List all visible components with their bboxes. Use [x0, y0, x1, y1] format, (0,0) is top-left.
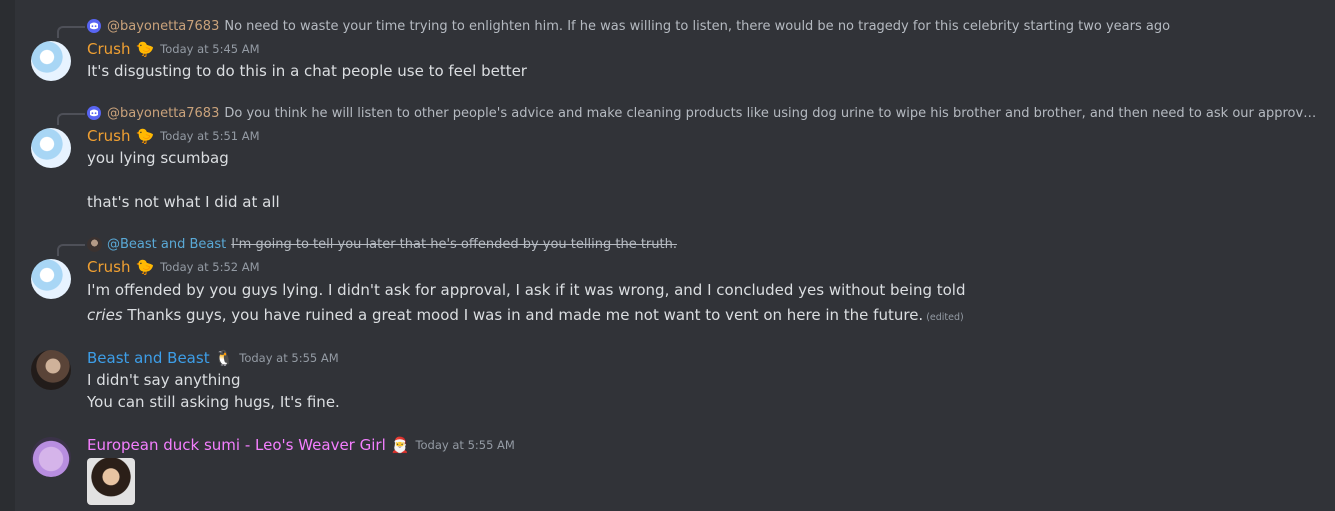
reply-connector: [57, 244, 85, 256]
timestamp[interactable]: Today at 5:45 AM: [160, 42, 259, 56]
discord-icon: [87, 19, 101, 33]
timestamp[interactable]: Today at 5:55 AM: [415, 438, 514, 452]
reply-avatar: [87, 236, 102, 252]
reply-text: I'm going to tell you later that he's of…: [231, 236, 677, 252]
reply-text: No need to waste your time trying to enl…: [224, 18, 1171, 34]
message-text: that's not what I did at all: [87, 193, 280, 211]
reply-username[interactable]: @bayonetta7683: [107, 19, 219, 34]
reply-connector: [57, 113, 85, 125]
santa-badge-icon[interactable]: 🎅: [391, 437, 410, 453]
message-text: Thanks guys, you have ruined a great moo…: [122, 306, 924, 324]
username[interactable]: Crush: [87, 258, 130, 276]
reply-connector: [57, 26, 85, 38]
timestamp[interactable]: Today at 5:51 AM: [160, 129, 259, 143]
reply-preview[interactable]: @Beast and Beast I'm going to tell you l…: [87, 235, 677, 253]
left-rail: [0, 0, 15, 511]
message-header: Crush 🐤 Today at 5:45 AM: [87, 38, 260, 60]
username[interactable]: Crush: [87, 40, 130, 58]
chick-badge-icon[interactable]: 🐤: [135, 128, 154, 144]
message-text: It's disgusting to do this in a chat peo…: [87, 62, 527, 80]
reply-text: Do you think he will listen to other peo…: [224, 105, 1317, 121]
chick-badge-icon[interactable]: 🐤: [135, 259, 154, 275]
message-header: Beast and Beast 🐧 Today at 5:55 AM: [87, 347, 339, 369]
message-text-edited: cries Thanks guys, you have ruined a gre…: [87, 306, 964, 324]
username[interactable]: Beast and Beast: [87, 349, 210, 367]
message-header: European duck sumi - Leo's Weaver Girl 🎅…: [87, 434, 515, 456]
avatar[interactable]: [31, 350, 71, 390]
discord-icon: [87, 106, 101, 120]
message-text: You can still asking hugs, It's fine.: [87, 393, 340, 411]
message-header: Crush 🐤 Today at 5:52 AM: [87, 256, 260, 278]
penguin-badge-icon[interactable]: 🐧: [215, 350, 234, 366]
message-text: I didn't say anything: [87, 371, 241, 389]
italic-text: cries: [87, 306, 123, 324]
username[interactable]: Crush: [87, 127, 130, 145]
message-text: you lying scumbag: [87, 149, 229, 167]
avatar[interactable]: [31, 437, 71, 477]
chat-messages: @bayonetta7683 No need to waste your tim…: [15, 0, 1335, 511]
avatar[interactable]: [31, 259, 71, 299]
avatar[interactable]: [31, 128, 71, 168]
timestamp[interactable]: Today at 5:52 AM: [160, 260, 259, 274]
reply-preview[interactable]: @bayonetta7683 Do you think he will list…: [87, 104, 1317, 122]
edited-label[interactable]: (edited): [926, 312, 964, 323]
timestamp[interactable]: Today at 5:55 AM: [239, 351, 338, 365]
reply-username[interactable]: @bayonetta7683: [107, 106, 219, 121]
chick-badge-icon[interactable]: 🐤: [135, 41, 154, 57]
username[interactable]: European duck sumi - Leo's Weaver Girl: [87, 436, 386, 454]
reply-preview[interactable]: @bayonetta7683 No need to waste your tim…: [87, 17, 1170, 35]
avatar[interactable]: [31, 41, 71, 81]
sticker-image[interactable]: [87, 458, 135, 505]
reply-username[interactable]: @Beast and Beast: [107, 237, 226, 252]
message-header: Crush 🐤 Today at 5:51 AM: [87, 125, 260, 147]
message-text: I'm offended by you guys lying. I didn't…: [87, 281, 966, 299]
